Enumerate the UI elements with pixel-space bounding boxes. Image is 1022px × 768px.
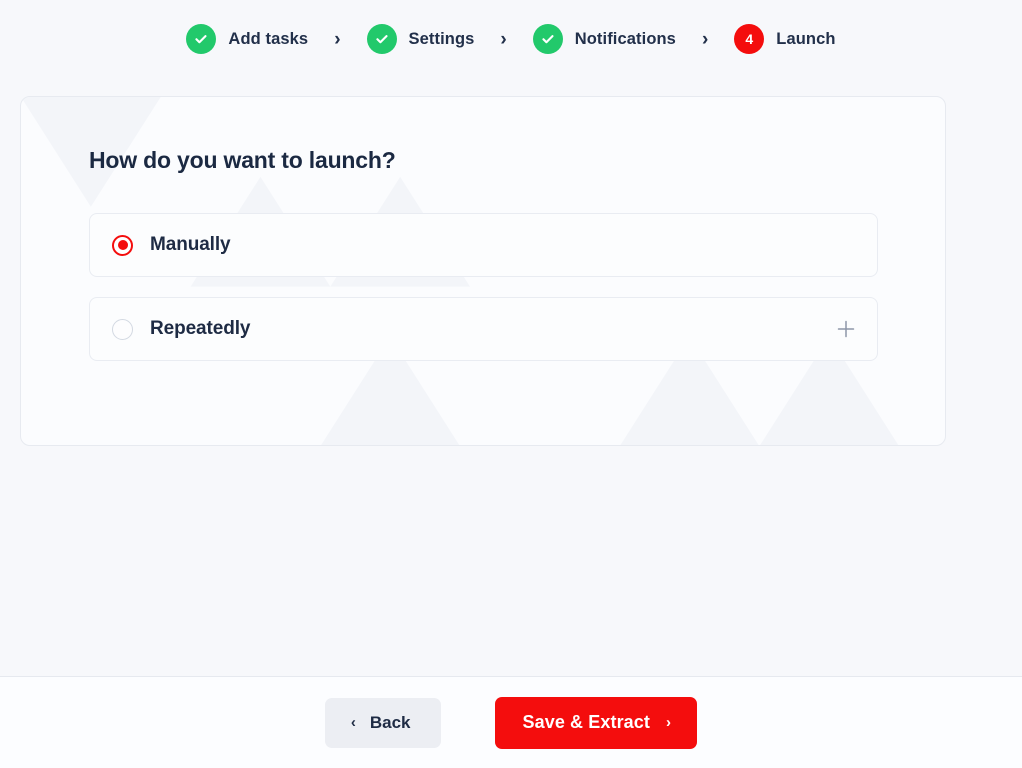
step-number: 4 <box>745 31 754 47</box>
launch-options-card: How do you want to launch? Manually Repe… <box>20 96 946 446</box>
wizard-step-settings[interactable]: Settings <box>366 24 475 54</box>
option-label: Manually <box>150 234 231 255</box>
wizard-step-label: Add tasks <box>228 29 309 48</box>
option-manually[interactable]: Manually <box>89 213 878 277</box>
radio-selected-icon[interactable] <box>112 234 133 256</box>
chevron-right-icon: › <box>666 714 672 731</box>
option-label: Repeatedly <box>150 318 251 339</box>
wizard-step-notifications[interactable]: Notifications <box>532 24 676 54</box>
wizard-step-label: Settings <box>408 29 475 48</box>
back-button[interactable]: ‹ Back <box>324 697 441 748</box>
check-icon <box>532 24 563 54</box>
wizard-step-label: Launch <box>776 29 836 48</box>
wizard-step-label: Notifications <box>574 29 676 48</box>
wizard-step-add-tasks[interactable]: Add tasks <box>186 24 308 54</box>
wizard-steps: Add tasks › Settings › Notifications › 4… <box>0 0 1022 78</box>
option-repeatedly[interactable]: Repeatedly <box>89 297 878 361</box>
back-button-label: Back <box>369 712 411 732</box>
check-icon <box>366 24 397 54</box>
radio-unselected-icon[interactable] <box>112 318 133 340</box>
save-and-extract-button[interactable]: Save & Extract › <box>494 696 698 749</box>
step-separator-icon: › <box>334 28 341 50</box>
step-separator-icon: › <box>500 28 507 50</box>
chevron-left-icon: ‹ <box>350 714 356 731</box>
check-icon <box>186 24 217 54</box>
wizard-footer: ‹ Back Save & Extract › <box>0 676 1022 768</box>
step-separator-icon: › <box>701 28 709 50</box>
plus-icon[interactable] <box>835 318 857 340</box>
page-title: How do you want to launch? <box>89 147 396 173</box>
step-number-badge: 4 <box>734 24 765 54</box>
radio-dot <box>117 240 128 250</box>
wizard-step-launch[interactable]: 4 Launch <box>734 24 835 54</box>
launch-mode-radio-group: Manually Repeatedly <box>21 213 945 361</box>
save-and-extract-label: Save & Extract <box>522 712 650 732</box>
